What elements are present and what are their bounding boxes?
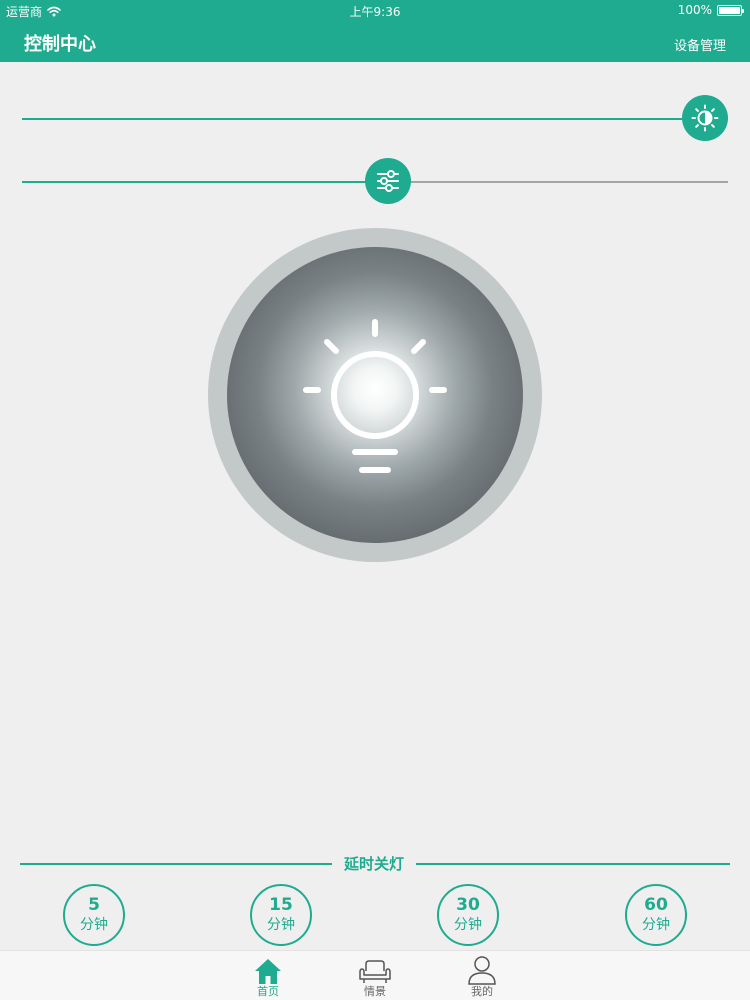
timer-title: 延时关灯 (343, 855, 404, 873)
status-bar: 运营商 上午9:36 100% (0, 0, 750, 22)
timer-divider-right (416, 863, 730, 865)
timer-value: 30 (456, 895, 480, 915)
tab-scenes[interactable]: 情景 (345, 953, 405, 999)
timer-unit: 分钟 (642, 917, 670, 933)
battery-percent: 100% (677, 3, 712, 17)
timer-unit: 分钟 (267, 917, 295, 933)
tab-profile-label: 我的 (471, 985, 493, 998)
brightness-slider[interactable] (22, 95, 728, 141)
timer-15-button[interactable]: 15 分钟 (250, 884, 312, 946)
sliders-icon (377, 170, 400, 192)
temperature-track-active (22, 181, 389, 183)
status-right: 100% (677, 3, 744, 17)
sofa-icon (359, 960, 391, 983)
battery-icon (717, 4, 744, 16)
timer-30-button[interactable]: 30 分钟 (437, 884, 499, 946)
brightness-icon (691, 104, 719, 132)
tab-home[interactable]: 首页 (238, 953, 298, 999)
temperature-track-inactive (388, 181, 728, 183)
timer-divider-left (20, 863, 332, 865)
lamp-toggle-button[interactable] (208, 228, 542, 562)
timer-5-button[interactable]: 5 分钟 (63, 884, 125, 946)
timer-unit: 分钟 (454, 917, 482, 933)
tab-profile[interactable]: 我的 (452, 953, 512, 999)
brightness-slider-thumb[interactable] (682, 95, 728, 141)
lightbulb-icon (303, 319, 447, 473)
lamp-glow (227, 247, 523, 543)
temperature-slider-thumb[interactable] (365, 158, 412, 204)
tab-home-icon-wrap (238, 953, 298, 985)
tab-scenes-icon-wrap (345, 953, 405, 985)
timer-unit: 分钟 (80, 917, 108, 933)
page-title: 控制中心 (24, 34, 96, 55)
color-temperature-slider[interactable] (22, 158, 728, 204)
tab-scenes-label: 情景 (364, 985, 386, 998)
battery-fill (719, 6, 740, 14)
device-manage-button[interactable]: 设备管理 (674, 35, 726, 54)
tab-bar: 首页 情景 我的 (0, 950, 750, 1000)
app-header: 运营商 上午9:36 100% 控制中心 设备管理 (0, 0, 750, 62)
brightness-track-active (22, 118, 705, 120)
home-icon (255, 959, 281, 984)
screen: 运营商 上午9:36 100% 控制中心 设备管理 延时关灯 5 分钟 15 分… (0, 0, 750, 1000)
timer-value: 5 (88, 895, 100, 915)
tab-profile-icon-wrap (452, 953, 512, 985)
tab-home-label: 首页 (257, 985, 279, 998)
status-time: 上午9:36 (349, 5, 401, 19)
user-icon (468, 956, 496, 985)
timer-value: 60 (644, 895, 668, 915)
timer-value: 15 (269, 895, 293, 915)
timer-60-button[interactable]: 60 分钟 (625, 884, 687, 946)
